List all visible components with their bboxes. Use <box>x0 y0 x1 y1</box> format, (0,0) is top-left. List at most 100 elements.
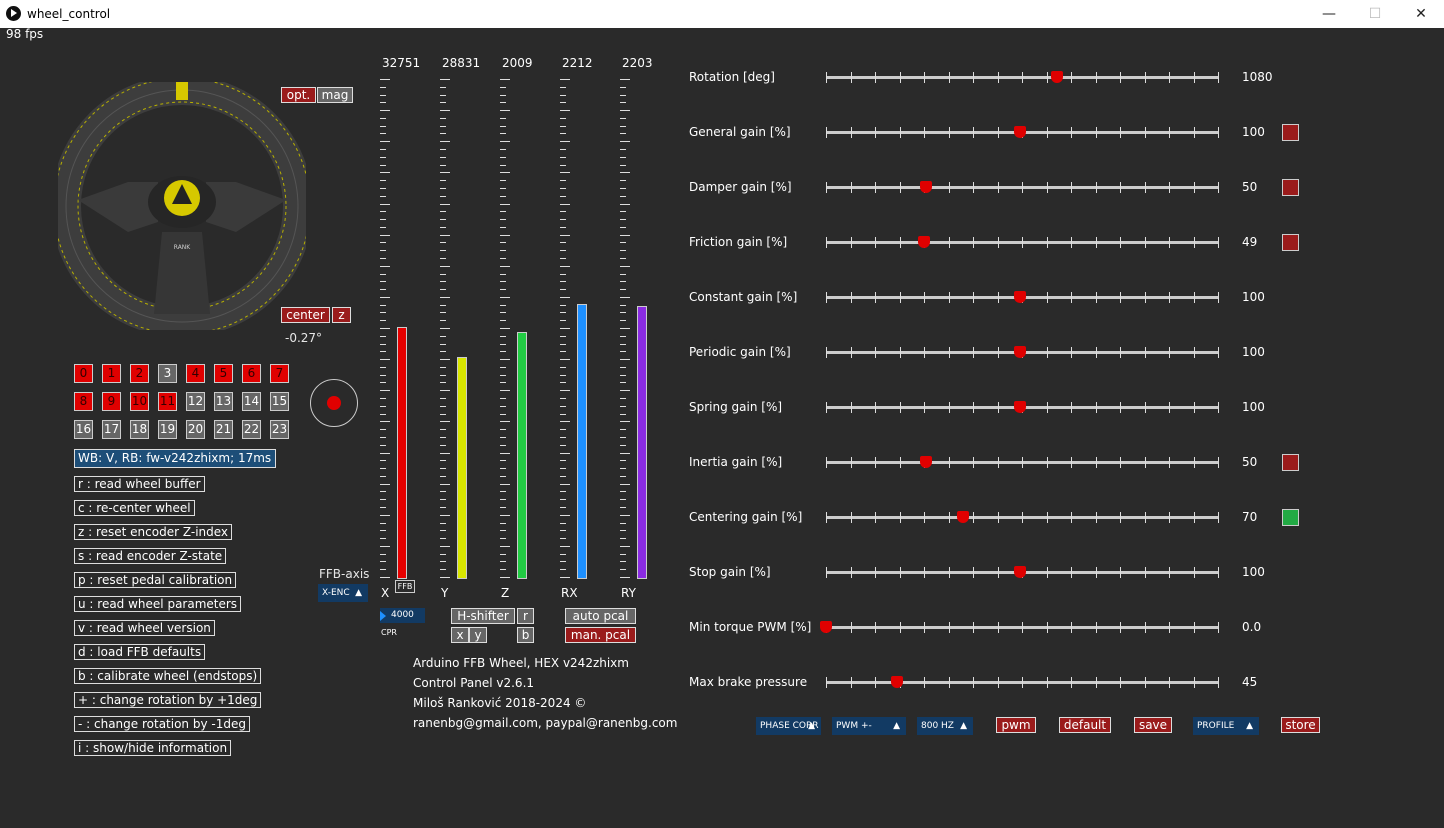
slider-tick <box>924 292 925 303</box>
effect-enable-indicator[interactable] <box>1282 179 1299 196</box>
slider-thumb[interactable] <box>1014 566 1027 578</box>
maximize-button[interactable]: ☐ <box>1352 0 1398 28</box>
ffb-axis-dropdown[interactable]: X-ENC ▲ <box>318 584 368 602</box>
pwm-mode-dropdown[interactable]: PWM +- ▲ <box>832 717 906 735</box>
command-button[interactable]: u : read wheel parameters <box>74 596 242 612</box>
slider-tick <box>1193 237 1195 248</box>
command-button[interactable]: r : read wheel buffer <box>74 476 205 492</box>
slider-tick <box>899 292 901 303</box>
button-indicator-7: 7 <box>270 364 289 383</box>
slider-tick <box>997 512 999 523</box>
slider-tick <box>850 237 852 248</box>
slider-tick <box>826 127 827 138</box>
slider-thumb[interactable] <box>1014 126 1027 138</box>
button-indicator-9: 9 <box>102 392 121 411</box>
shifter-x-button[interactable]: x <box>451 627 469 643</box>
slider-tick <box>826 567 827 578</box>
command-button[interactable]: s : read encoder Z-state <box>74 548 227 564</box>
slider-value: 49 <box>1242 235 1258 249</box>
opt-button[interactable]: opt. <box>281 87 316 103</box>
command-button[interactable]: z : reset encoder Z-index <box>74 524 233 540</box>
slider-thumb[interactable] <box>919 456 932 468</box>
command-button[interactable]: + : change rotation by +1deg <box>74 692 262 708</box>
mag-button[interactable]: mag <box>317 87 353 103</box>
slider-tick <box>850 72 852 83</box>
z-button[interactable]: z <box>332 307 351 323</box>
slider-tick <box>997 677 999 688</box>
effect-enable-indicator[interactable] <box>1282 509 1299 526</box>
slider-thumb[interactable] <box>1051 71 1064 83</box>
profile-dropdown[interactable]: PROFILE ▲ <box>1193 717 1259 735</box>
slider-label: Inertia gain [%] <box>689 455 783 469</box>
slider-tick <box>899 182 901 193</box>
slider-tick <box>850 512 852 523</box>
slider-tick <box>1169 72 1170 83</box>
slider-thumb[interactable] <box>1014 291 1027 303</box>
command-button[interactable]: - : change rotation by -1deg <box>74 716 250 732</box>
slider-thumb[interactable] <box>890 676 903 688</box>
axis-scale <box>500 79 512 578</box>
effect-enable-indicator[interactable] <box>1282 234 1299 251</box>
effect-enable-indicator[interactable] <box>1282 124 1299 141</box>
axis-value-y: 28831 <box>442 56 481 70</box>
axis-scale <box>380 79 392 578</box>
info-line: Control Panel v2.6.1 <box>413 676 535 690</box>
slider-tick <box>1218 457 1219 468</box>
slider-tick <box>1071 402 1072 413</box>
command-button[interactable]: v : read wheel version <box>74 620 215 636</box>
close-button[interactable]: ✕ <box>1398 0 1444 28</box>
command-button[interactable]: d : load FFB defaults <box>74 644 206 660</box>
man-pcal-button[interactable]: man. pcal <box>565 627 636 643</box>
slider-tick <box>1144 512 1146 523</box>
caret-up-icon: ▲ <box>1246 721 1253 731</box>
shifter-y-button[interactable]: y <box>469 627 487 643</box>
store-button[interactable]: store <box>1281 717 1320 733</box>
slider-tick <box>1095 402 1097 413</box>
wheel-angle: -0.27° <box>285 331 323 345</box>
command-button[interactable]: p : reset pedal calibration <box>74 572 237 588</box>
phase-corr-dropdown[interactable]: PHASE CORR ▲ <box>756 717 821 735</box>
slider-tick <box>1120 622 1121 633</box>
slider-tick <box>899 347 901 358</box>
slider-thumb[interactable] <box>957 511 970 523</box>
default-button[interactable]: default <box>1059 717 1111 733</box>
slider-tick <box>875 567 876 578</box>
slider-tick <box>1193 677 1195 688</box>
info-line: ranenbg@gmail.com, paypal@ranenbg.com <box>413 716 678 730</box>
slider-tick <box>875 237 876 248</box>
auto-pcal-button[interactable]: auto pcal <box>565 608 636 624</box>
save-button[interactable]: save <box>1134 717 1172 733</box>
slider-tick <box>1218 182 1219 193</box>
axis-label-z: Z <box>501 586 510 600</box>
command-button[interactable]: c : re-center wheel <box>74 500 195 516</box>
slider-tick <box>1095 237 1097 248</box>
app-icon <box>6 6 21 21</box>
slider-tick <box>1169 292 1170 303</box>
cpr-input[interactable]: 4000 <box>380 608 425 623</box>
command-button[interactable]: i : show/hide information <box>74 740 232 756</box>
slider-thumb[interactable] <box>1014 401 1027 413</box>
slider-thumb[interactable] <box>919 181 932 193</box>
slider-label: Damper gain [%] <box>689 180 792 194</box>
effect-enable-indicator[interactable] <box>1282 454 1299 471</box>
slider-tick <box>1071 127 1072 138</box>
h-shifter-button[interactable]: H-shifter <box>451 608 515 624</box>
slider-value: 100 <box>1242 565 1265 579</box>
slider-tick <box>1022 237 1023 248</box>
pwm-frequency-dropdown[interactable]: 800 HZ ▲ <box>917 717 973 735</box>
shifter-b-button[interactable]: b <box>517 627 534 643</box>
slider-tick <box>875 72 876 83</box>
command-button[interactable]: b : calibrate wheel (endstops) <box>74 668 262 684</box>
slider-thumb[interactable] <box>1014 346 1027 358</box>
slider-thumb[interactable] <box>820 621 832 633</box>
slider-thumb[interactable] <box>918 236 930 248</box>
cpr-label: CPR <box>381 628 397 637</box>
slider-tick <box>973 182 974 193</box>
slider-tick <box>875 512 876 523</box>
pwm-button[interactable]: pwm <box>996 717 1036 733</box>
slider-tick <box>1071 237 1072 248</box>
shifter-reverse-button[interactable]: r <box>517 608 534 624</box>
center-button[interactable]: center <box>281 307 330 323</box>
minimize-button[interactable]: — <box>1306 0 1352 28</box>
slider-tick <box>1120 402 1121 413</box>
